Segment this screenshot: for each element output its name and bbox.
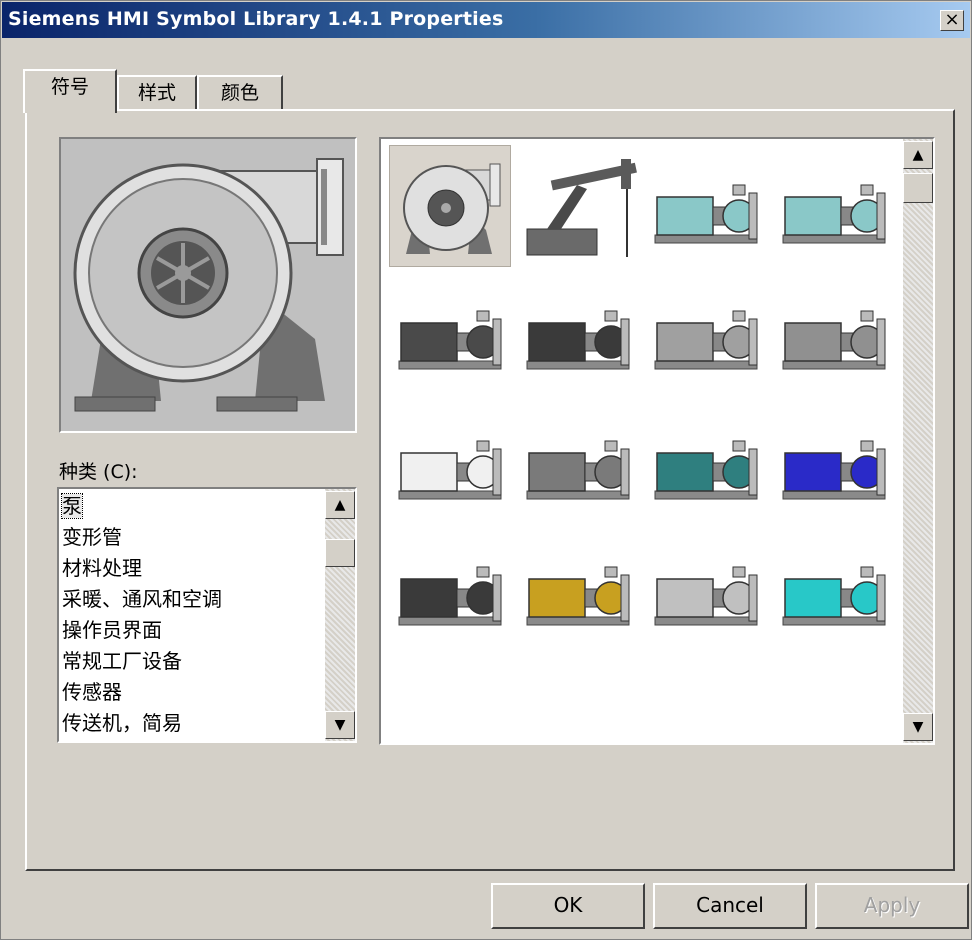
tab-style[interactable]: 样式 xyxy=(117,75,197,111)
symbol-motor-block[interactable] xyxy=(389,271,511,393)
category-scrollbar[interactable]: ▲ ▼ xyxy=(325,489,355,741)
symbol-skid-pump[interactable] xyxy=(645,271,767,393)
category-item-operator-interface[interactable]: 操作员界面 xyxy=(62,615,324,646)
symbol-close-coupled-pump[interactable] xyxy=(773,271,895,393)
motor-inline-pump-icon xyxy=(526,310,630,370)
symbol-cyan-split-case-pump[interactable] xyxy=(773,527,895,649)
symbol-gallery[interactable]: ▲ ▼ xyxy=(379,137,935,745)
symbol-horizontal-pump-motor[interactable] xyxy=(645,145,767,267)
category-item-label: 常规工厂设备 xyxy=(62,649,182,673)
scroll-thumb[interactable] xyxy=(325,539,355,567)
category-listbox[interactable]: 泵 变形管 材料处理 采暖、通风和空调 操作员界面 常规工厂设备 传感器 传送机… xyxy=(57,487,357,743)
horizontal-pump-motor-icon xyxy=(654,184,758,244)
scroll-up-button[interactable]: ▲ xyxy=(325,491,355,519)
symbol-yellow-shaft-pump[interactable] xyxy=(517,527,639,649)
category-item-label: 材料处理 xyxy=(62,556,142,580)
silver-pump-icon xyxy=(654,566,758,626)
centrifugal-blower-pump-icon xyxy=(403,163,501,254)
gallery-scroll-down-button[interactable]: ▼ xyxy=(903,713,933,741)
tab-symbols[interactable]: 符号 xyxy=(23,69,117,113)
category-item-pump[interactable]: 泵 xyxy=(61,491,324,522)
properties-dialog: Siemens HMI Symbol Library 1.4.1 Propert… xyxy=(0,0,972,940)
pumpjack-icon xyxy=(526,159,637,257)
category-item-label: 变形管 xyxy=(62,525,122,549)
category-item-label: 操作员界面 xyxy=(62,618,162,642)
cancel-button[interactable]: Cancel xyxy=(653,883,807,929)
cyan-split-case-pump-icon xyxy=(782,566,886,626)
close-button[interactable]: × xyxy=(940,10,964,31)
teal-pump-icon xyxy=(654,440,758,500)
symbol-centrifugal-blower-pump[interactable] xyxy=(389,145,511,267)
category-item-conveyor-simple[interactable]: 传送机，简易 xyxy=(62,708,324,739)
category-item-label: 采暖、通风和空调 xyxy=(62,587,222,611)
gallery-scroll-thumb[interactable] xyxy=(903,173,933,203)
yellow-shaft-pump-icon xyxy=(526,566,630,626)
symbol-horizontal-pump-motor-2[interactable] xyxy=(773,145,895,267)
symbol-long-shaft-pump[interactable] xyxy=(389,527,511,649)
category-item-label: 传感器 xyxy=(62,680,122,704)
symbol-motor-inline-pump[interactable] xyxy=(517,271,639,393)
preview-blower-image xyxy=(61,139,355,431)
apply-button: Apply xyxy=(815,883,969,929)
symbol-blue-pump[interactable] xyxy=(773,401,895,523)
ok-button[interactable]: OK xyxy=(491,883,645,929)
category-item-hvac[interactable]: 采暖、通风和空调 xyxy=(62,584,324,615)
category-item-material-handling[interactable]: 材料处理 xyxy=(62,553,324,584)
symbol-white-motor-pump[interactable] xyxy=(389,401,511,523)
category-item-label: 传送机，简易 xyxy=(62,711,182,735)
tab-color[interactable]: 颜色 xyxy=(197,75,283,111)
close-coupled-pump-icon xyxy=(782,310,886,370)
category-item-label: 泵 xyxy=(61,493,83,519)
window-title: Siemens HMI Symbol Library 1.4.1 Propert… xyxy=(8,8,504,30)
symbol-grey-frame-pump[interactable] xyxy=(517,401,639,523)
scroll-down-button[interactable]: ▼ xyxy=(325,711,355,739)
category-item-general-plant[interactable]: 常规工厂设备 xyxy=(62,646,324,677)
motor-block-icon xyxy=(398,310,502,370)
category-item-sensors[interactable]: 传感器 xyxy=(62,677,324,708)
symbol-pumpjack[interactable] xyxy=(517,145,639,267)
blue-pump-icon xyxy=(782,440,886,500)
title-bar[interactable]: Siemens HMI Symbol Library 1.4.1 Propert… xyxy=(2,2,970,38)
gallery-scroll-up-button[interactable]: ▲ xyxy=(903,141,933,169)
grey-frame-pump-icon xyxy=(526,440,630,500)
category-item-deformation-pipe[interactable]: 变形管 xyxy=(62,522,324,553)
symbol-silver-pump[interactable] xyxy=(645,527,767,649)
skid-pump-icon xyxy=(654,310,758,370)
category-label: 种类 (C): xyxy=(59,461,138,483)
horizontal-pump-motor-2-icon xyxy=(782,184,886,244)
gallery-scrollbar[interactable]: ▲ ▼ xyxy=(903,139,933,743)
category-list: 泵 变形管 材料处理 采暖、通风和空调 操作员界面 常规工厂设备 传感器 传送机… xyxy=(61,491,324,739)
white-motor-pump-icon xyxy=(398,440,502,500)
long-shaft-pump-icon xyxy=(398,566,502,626)
symbol-preview xyxy=(59,137,357,433)
symbol-teal-pump[interactable] xyxy=(645,401,767,523)
